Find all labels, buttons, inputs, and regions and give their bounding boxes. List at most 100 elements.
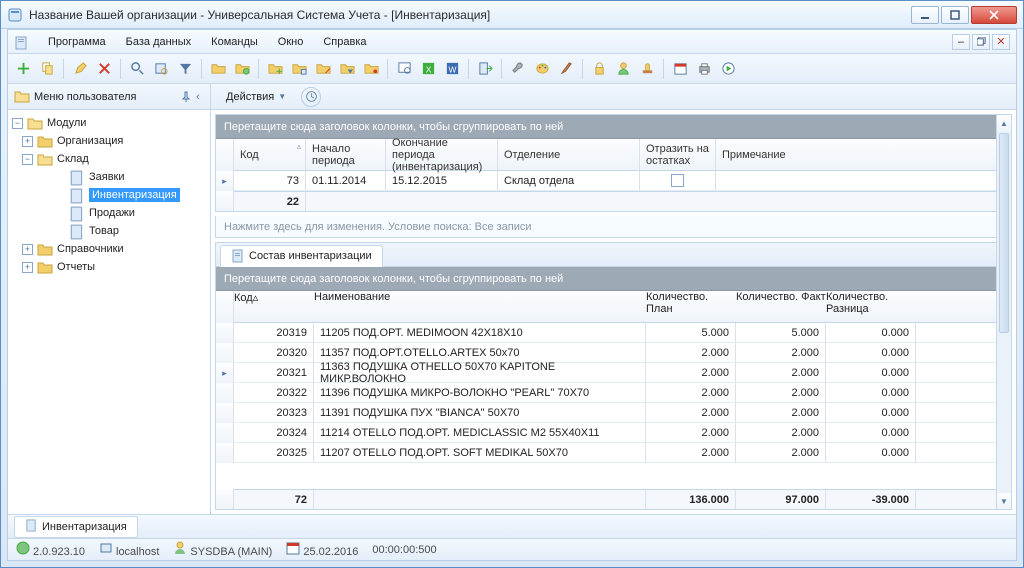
tb-wrench-icon[interactable] bbox=[507, 58, 529, 80]
chevron-down-icon: ▼ bbox=[278, 92, 286, 101]
col-dept[interactable]: Отделение bbox=[498, 139, 640, 170]
tb-brush-icon[interactable] bbox=[555, 58, 577, 80]
tree-prodazhi[interactable]: Продажи bbox=[10, 204, 208, 222]
grid2-row[interactable]: 2032511207 OTELLO ПОД.ОРТ. SOFT MEDIKAL … bbox=[234, 443, 1011, 463]
grid2-groupbar[interactable]: Перетащите сюда заголовок колонки, чтобы… bbox=[216, 267, 1011, 291]
actions-bar: Действия ▼ bbox=[211, 84, 1016, 110]
col2-code[interactable]: Код▵ bbox=[234, 291, 314, 322]
row-indicator-icon: ▸ bbox=[216, 171, 234, 191]
server-icon bbox=[99, 541, 113, 555]
status-version: 2.0.923.10 bbox=[16, 541, 85, 558]
tb-folder1-icon[interactable] bbox=[207, 58, 229, 80]
grid2-row[interactable]: 2032211396 ПОДУШКА МИКРО-ВОЛОКНО "PEARL"… bbox=[234, 383, 1011, 403]
col-end[interactable]: Окончание периода (инвентаризация) bbox=[386, 139, 498, 170]
menu-item-commands[interactable]: Команды bbox=[203, 34, 266, 50]
left-pane-title: Меню пользователя bbox=[34, 91, 136, 103]
col-note[interactable]: Примечание bbox=[716, 139, 1011, 170]
maximize-button[interactable] bbox=[941, 6, 969, 24]
grid2-row[interactable]: 2031911205 ПОД.ОРТ. MEDIMOON 42X18X105.0… bbox=[234, 323, 1011, 343]
menu-item-program[interactable]: Программа bbox=[40, 34, 114, 50]
filter-bar[interactable]: Нажмите здесь для изменения. Условие пои… bbox=[215, 216, 1012, 238]
user-icon bbox=[173, 541, 187, 555]
tb-add-icon[interactable] bbox=[12, 58, 34, 80]
tb-folder6-icon[interactable] bbox=[336, 58, 358, 80]
tb-exit-icon[interactable] bbox=[474, 58, 496, 80]
tb-filter-icon[interactable] bbox=[174, 58, 196, 80]
checkbox-reflect[interactable] bbox=[671, 174, 684, 187]
tb-folder2-icon[interactable] bbox=[231, 58, 253, 80]
grid1-groupbar[interactable]: Перетащите сюда заголовок колонки, чтобы… bbox=[216, 115, 1011, 139]
col-reflect[interactable]: Отразить на остатках bbox=[640, 139, 716, 170]
tb-excel-icon[interactable]: X bbox=[417, 58, 439, 80]
status-user: SYSDBA (MAIN) bbox=[173, 541, 272, 558]
pin-icon[interactable] bbox=[180, 91, 192, 103]
tasktab-invent[interactable]: Инвентаризация bbox=[14, 516, 138, 538]
tb-search-db-icon[interactable] bbox=[150, 58, 172, 80]
vertical-scrollbar[interactable]: ▲ ▼ bbox=[996, 114, 1012, 510]
tb-search-icon[interactable] bbox=[126, 58, 148, 80]
tb-stamp-icon[interactable] bbox=[636, 58, 658, 80]
mdi-minimize-button[interactable]: – bbox=[952, 34, 970, 50]
tree-sprav[interactable]: +Справочники bbox=[10, 240, 208, 258]
task-tabs: Инвентаризация bbox=[8, 514, 1016, 538]
tree-tovar[interactable]: Товар bbox=[10, 222, 208, 240]
tree-root[interactable]: −Модули bbox=[10, 114, 208, 132]
tb-calendar-icon[interactable] bbox=[669, 58, 691, 80]
tb-delete-icon[interactable] bbox=[93, 58, 115, 80]
menu-item-window[interactable]: Окно bbox=[270, 34, 312, 50]
grid2-section: Состав инвентаризации Перетащите сюда за… bbox=[215, 242, 1012, 510]
main-area: Меню пользователя ‹ −Модули +Организация… bbox=[8, 84, 1016, 514]
calendar-icon bbox=[286, 541, 300, 555]
tb-print-icon[interactable] bbox=[693, 58, 715, 80]
col-code[interactable]: Код▵ bbox=[234, 139, 306, 170]
tb-edit-icon[interactable] bbox=[69, 58, 91, 80]
right-content: Перетащите сюда заголовок колонки, чтобы… bbox=[211, 110, 1016, 514]
col-start[interactable]: Начало периода bbox=[306, 139, 386, 170]
col2-diff[interactable]: Количество. Разница bbox=[826, 291, 916, 322]
status-bar: 2.0.923.10 localhost SYSDBA (MAIN) 25.02… bbox=[8, 538, 1016, 560]
menu-item-database[interactable]: База данных bbox=[118, 34, 200, 50]
col2-plan[interactable]: Количество. План bbox=[646, 291, 736, 322]
tree-org[interactable]: +Организация bbox=[10, 132, 208, 150]
scroll-up-icon[interactable]: ▲ bbox=[997, 115, 1011, 131]
grid1-row[interactable]: 73 01.11.2014 15.12.2015 Склад отдела bbox=[234, 171, 1011, 191]
grid2-row[interactable]: 2032111363 ПОДУШКА OTHELLO 50X70 KAPITON… bbox=[234, 363, 1011, 383]
close-button[interactable] bbox=[971, 6, 1017, 24]
scroll-thumb[interactable] bbox=[999, 133, 1009, 333]
col2-name[interactable]: Наименование bbox=[314, 291, 646, 322]
tree-zayavki[interactable]: Заявки bbox=[10, 168, 208, 186]
tab-composition[interactable]: Состав инвентаризации bbox=[220, 245, 383, 267]
refresh-icon[interactable] bbox=[301, 87, 321, 107]
tb-play-icon[interactable] bbox=[717, 58, 739, 80]
col2-fact[interactable]: Количество. Факт bbox=[736, 291, 826, 322]
minimize-button[interactable] bbox=[911, 6, 939, 24]
tb-folder7-icon[interactable] bbox=[360, 58, 382, 80]
svg-text:X: X bbox=[425, 64, 431, 74]
tb-folder5-icon[interactable] bbox=[312, 58, 334, 80]
tb-word-icon[interactable]: W bbox=[441, 58, 463, 80]
mdi-close-button[interactable]: ✕ bbox=[992, 34, 1010, 50]
menu-item-help[interactable]: Справка bbox=[315, 34, 374, 50]
titlebar: Название Вашей организации - Универсальн… bbox=[1, 1, 1023, 29]
grid2-footer: 72 136.000 97.000 -39.000 bbox=[234, 489, 1011, 509]
grid2-row[interactable]: 2032411214 OTELLO ПОД.ОРТ. MEDICLASSIC M… bbox=[234, 423, 1011, 443]
tb-folder4-icon[interactable] bbox=[288, 58, 310, 80]
tree-sklad[interactable]: −Склад bbox=[10, 150, 208, 168]
mdi-restore-button[interactable] bbox=[972, 34, 990, 50]
menubar: Программа База данных Команды Окно Справ… bbox=[8, 30, 1016, 54]
tb-folder3-icon[interactable] bbox=[264, 58, 286, 80]
row-indicator-icon: ▸ bbox=[216, 363, 234, 383]
chevron-left-icon[interactable]: ‹ bbox=[192, 91, 204, 103]
tree-invent[interactable]: Инвентаризация bbox=[10, 186, 208, 204]
actions-button[interactable]: Действия ▼ bbox=[217, 88, 295, 106]
tb-preview-icon[interactable] bbox=[393, 58, 415, 80]
tb-lock-icon[interactable] bbox=[588, 58, 610, 80]
grid2-row[interactable]: 2032311391 ПОДУШКА ПУХ "BIANCA" 50X702.0… bbox=[234, 403, 1011, 423]
tb-copy-icon[interactable] bbox=[36, 58, 58, 80]
grid1-footer: 22 bbox=[234, 191, 1011, 211]
status-date: 25.02.2016 bbox=[286, 541, 358, 558]
tb-user-icon[interactable] bbox=[612, 58, 634, 80]
scroll-down-icon[interactable]: ▼ bbox=[997, 493, 1011, 509]
tb-palette-icon[interactable] bbox=[531, 58, 553, 80]
tree-otchety[interactable]: +Отчеты bbox=[10, 258, 208, 276]
